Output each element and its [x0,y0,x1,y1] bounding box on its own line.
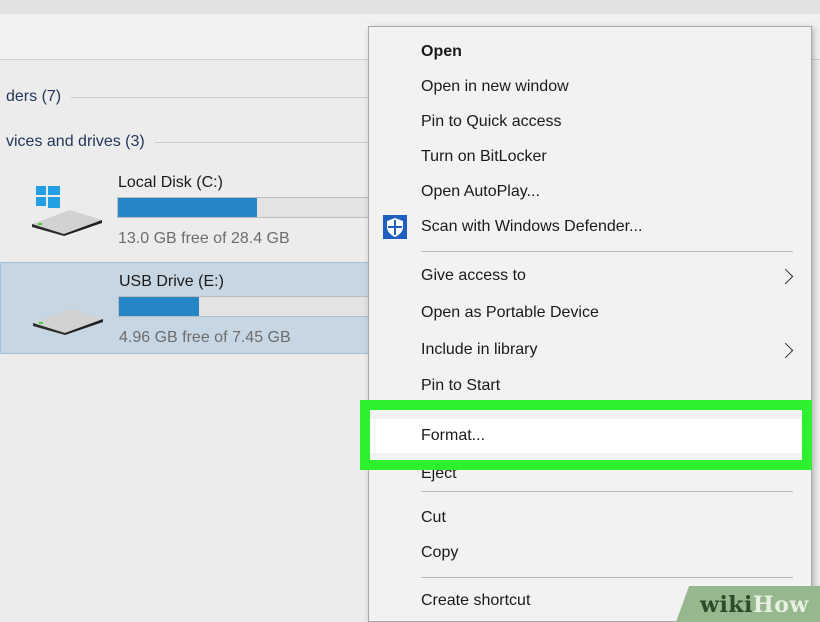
menu-item-open[interactable]: Open [369,35,811,69]
group-header-divider [71,96,376,98]
menu-item-label: Create shortcut [421,592,531,609]
menu-item-turn-on-bitlocker[interactable]: Turn on BitLocker [369,140,811,174]
submenu-arrow-icon [777,342,794,358]
drive-usage-bar [118,296,378,317]
menu-item-include-in-library[interactable]: Include in library [369,333,811,367]
menu-item-pin-to-start[interactable]: Pin to Start [369,369,811,403]
menu-item-label: Open [421,43,462,60]
menu-item-label: Open as Portable Device [421,304,599,321]
drive-usage-fill [118,198,258,217]
drive-item-usb-drive-e[interactable]: USB Drive (E:) 4.96 GB free of 7.45 GB [0,262,378,354]
menu-item-open-portable-device[interactable]: Open as Portable Device [369,296,811,330]
context-menu: Open Open in new window Pin to Quick acc… [368,26,812,622]
menu-item-give-access-to[interactable]: Give access to [369,259,811,293]
menu-item-cut[interactable]: Cut [369,501,811,535]
group-header-label: ders (7) [6,88,62,105]
menu-separator [421,491,793,492]
menu-item-label: Copy [421,544,459,561]
menu-item-label: Open in new window [421,78,569,95]
menu-item-label: Turn on BitLocker [421,148,547,165]
window-top-strip [0,0,820,14]
drive-name: Local Disk (C:) [118,174,223,191]
submenu-arrow-icon [777,268,794,284]
menu-item-copy[interactable]: Copy [369,536,811,570]
wikihow-watermark: wikiHow [700,592,809,618]
menu-separator [421,577,793,578]
menu-item-open-new-window[interactable]: Open in new window [369,70,811,104]
drive-usage-fill [119,297,199,316]
format-highlight-box [360,400,812,470]
windows-defender-shield-icon [383,215,407,239]
usb-drive-icon [33,309,103,335]
group-header-devices[interactable]: vices and drives (3) [6,130,376,154]
group-header-divider [154,141,376,143]
menu-item-label: Give access to [421,267,526,284]
drive-name: USB Drive (E:) [119,273,224,290]
group-header-label: vices and drives (3) [6,133,145,150]
menu-separator [421,251,793,252]
menu-item-label: Cut [421,509,446,526]
menu-item-label: Include in library [421,341,538,358]
menu-item-pin-quick-access[interactable]: Pin to Quick access [369,105,811,139]
menu-item-label: Scan with Windows Defender... [421,218,643,235]
menu-item-open-autoplay[interactable]: Open AutoPlay... [369,175,811,209]
menu-item-label: Open AutoPlay... [421,183,540,200]
drive-free-space: 4.96 GB free of 7.45 GB [119,329,291,346]
drive-item-local-disk-c[interactable]: Local Disk (C:) 13.0 GB free of 28.4 GB [0,164,378,256]
menu-item-scan-windows-defender[interactable]: Scan with Windows Defender... [369,210,811,244]
drive-free-space: 13.0 GB free of 28.4 GB [118,230,290,247]
menu-item-label: Pin to Start [421,377,501,394]
local-disk-windows-icon [32,186,102,236]
group-header-folders[interactable]: ders (7) [6,85,376,109]
menu-item-label: Pin to Quick access [421,113,562,130]
drive-usage-bar [117,197,377,218]
